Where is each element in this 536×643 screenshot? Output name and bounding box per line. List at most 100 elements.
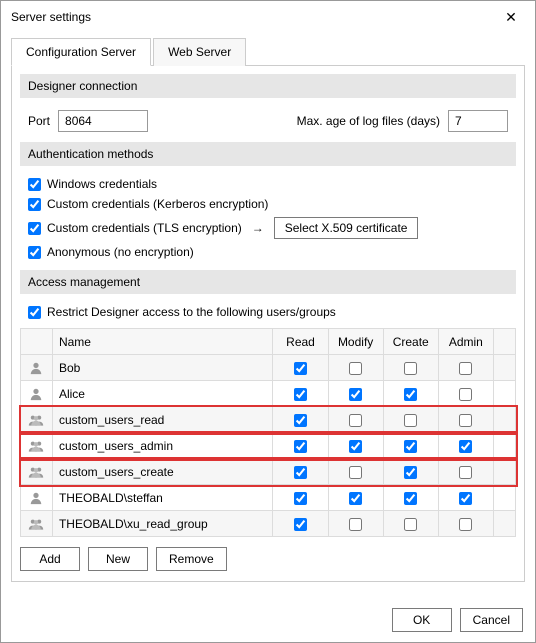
- table-row[interactable]: custom_users_read: [21, 407, 516, 433]
- row-admin-checkbox[interactable]: [459, 440, 472, 453]
- row-admin-cell: [438, 381, 493, 407]
- row-name: custom_users_read: [52, 407, 272, 433]
- row-modify-checkbox[interactable]: [349, 414, 362, 427]
- maxage-label: Max. age of log files (days): [297, 114, 440, 128]
- row-admin-cell: [438, 407, 493, 433]
- row-create-cell: [383, 459, 438, 485]
- auth-tls-label: Custom credentials (TLS encryption): [47, 221, 242, 235]
- table-row[interactable]: custom_users_admin: [21, 433, 516, 459]
- col-stub: [493, 329, 515, 355]
- row-admin-cell: [438, 355, 493, 381]
- auth-anonymous-checkbox[interactable]: [28, 246, 41, 259]
- restrict-checkbox[interactable]: [28, 306, 41, 319]
- auth-windows-label: Windows credentials: [47, 177, 157, 191]
- row-create-checkbox[interactable]: [404, 492, 417, 505]
- row-modify-checkbox[interactable]: [349, 362, 362, 375]
- row-read-cell: [273, 459, 328, 485]
- row-create-checkbox[interactable]: [404, 440, 417, 453]
- maxage-input[interactable]: [448, 110, 508, 132]
- restrict-label: Restrict Designer access to the followin…: [47, 305, 336, 319]
- select-certificate-button[interactable]: Select X.509 certificate: [274, 217, 419, 239]
- row-modify-cell: [328, 381, 383, 407]
- row-create-checkbox[interactable]: [404, 466, 417, 479]
- remove-button[interactable]: Remove: [156, 547, 227, 571]
- person-icon: [21, 381, 53, 407]
- row-create-cell: [383, 485, 438, 511]
- row-create-cell: [383, 511, 438, 537]
- configuration-panel: Designer connection Port Max. age of log…: [11, 66, 525, 582]
- row-stub: [493, 485, 515, 511]
- auth-kerberos-checkbox[interactable]: [28, 198, 41, 211]
- row-admin-checkbox[interactable]: [459, 388, 472, 401]
- row-admin-checkbox[interactable]: [459, 466, 472, 479]
- person-icon: [21, 355, 53, 381]
- close-button[interactable]: ✕: [497, 7, 525, 27]
- table-row[interactable]: custom_users_create: [21, 459, 516, 485]
- group-icon: [21, 407, 53, 433]
- row-name: custom_users_create: [52, 459, 272, 485]
- row-admin-checkbox[interactable]: [459, 414, 472, 427]
- table-row[interactable]: THEOBALD\steffan: [21, 485, 516, 511]
- row-name: Bob: [52, 355, 272, 381]
- row-admin-cell: [438, 485, 493, 511]
- row-read-cell: [273, 511, 328, 537]
- row-modify-cell: [328, 511, 383, 537]
- row-admin-checkbox[interactable]: [459, 492, 472, 505]
- row-admin-checkbox[interactable]: [459, 518, 472, 531]
- row-create-checkbox[interactable]: [404, 388, 417, 401]
- row-create-checkbox[interactable]: [404, 362, 417, 375]
- row-stub: [493, 459, 515, 485]
- row-create-checkbox[interactable]: [404, 518, 417, 531]
- row-admin-cell: [438, 459, 493, 485]
- row-create-checkbox[interactable]: [404, 414, 417, 427]
- restrict-row: Restrict Designer access to the followin…: [20, 302, 516, 322]
- row-stub: [493, 355, 515, 381]
- row-modify-cell: [328, 355, 383, 381]
- row-modify-cell: [328, 459, 383, 485]
- row-admin-checkbox[interactable]: [459, 362, 472, 375]
- row-modify-checkbox[interactable]: [349, 466, 362, 479]
- row-read-checkbox[interactable]: [294, 440, 307, 453]
- row-name: THEOBALD\xu_read_group: [52, 511, 272, 537]
- auth-windows-checkbox[interactable]: [28, 178, 41, 191]
- cancel-button[interactable]: Cancel: [460, 608, 523, 632]
- row-modify-checkbox[interactable]: [349, 492, 362, 505]
- row-stub: [493, 511, 515, 537]
- row-modify-checkbox[interactable]: [349, 388, 362, 401]
- tab-configuration-server[interactable]: Configuration Server: [11, 38, 151, 66]
- row-modify-cell: [328, 407, 383, 433]
- row-read-checkbox[interactable]: [294, 362, 307, 375]
- auth-kerberos-label: Custom credentials (Kerberos encryption): [47, 197, 268, 211]
- row-name: custom_users_admin: [52, 433, 272, 459]
- row-read-checkbox[interactable]: [294, 414, 307, 427]
- row-stub: [493, 433, 515, 459]
- table-header-row: Name Read Modify Create Admin: [21, 329, 516, 355]
- row-read-cell: [273, 433, 328, 459]
- row-create-cell: [383, 381, 438, 407]
- auth-tls-row: Custom credentials (TLS encryption) → Se…: [20, 214, 516, 242]
- row-create-cell: [383, 433, 438, 459]
- row-read-checkbox[interactable]: [294, 492, 307, 505]
- auth-windows-row: Windows credentials: [20, 174, 516, 194]
- row-read-checkbox[interactable]: [294, 466, 307, 479]
- new-button[interactable]: New: [88, 547, 148, 571]
- table-row[interactable]: Alice: [21, 381, 516, 407]
- row-stub: [493, 381, 515, 407]
- row-modify-checkbox[interactable]: [349, 440, 362, 453]
- auth-tls-checkbox[interactable]: [28, 222, 41, 235]
- row-modify-checkbox[interactable]: [349, 518, 362, 531]
- row-read-cell: [273, 381, 328, 407]
- tab-web-server[interactable]: Web Server: [153, 38, 246, 66]
- row-name: Alice: [52, 381, 272, 407]
- access-table: Name Read Modify Create Admin BobAlicecu…: [20, 328, 516, 537]
- table-row[interactable]: THEOBALD\xu_read_group: [21, 511, 516, 537]
- add-button[interactable]: Add: [20, 547, 80, 571]
- auth-anonymous-label: Anonymous (no encryption): [47, 245, 194, 259]
- row-admin-cell: [438, 511, 493, 537]
- port-input[interactable]: [58, 110, 148, 132]
- ok-button[interactable]: OK: [392, 608, 452, 632]
- table-row[interactable]: Bob: [21, 355, 516, 381]
- row-stub: [493, 407, 515, 433]
- row-read-checkbox[interactable]: [294, 388, 307, 401]
- row-read-checkbox[interactable]: [294, 518, 307, 531]
